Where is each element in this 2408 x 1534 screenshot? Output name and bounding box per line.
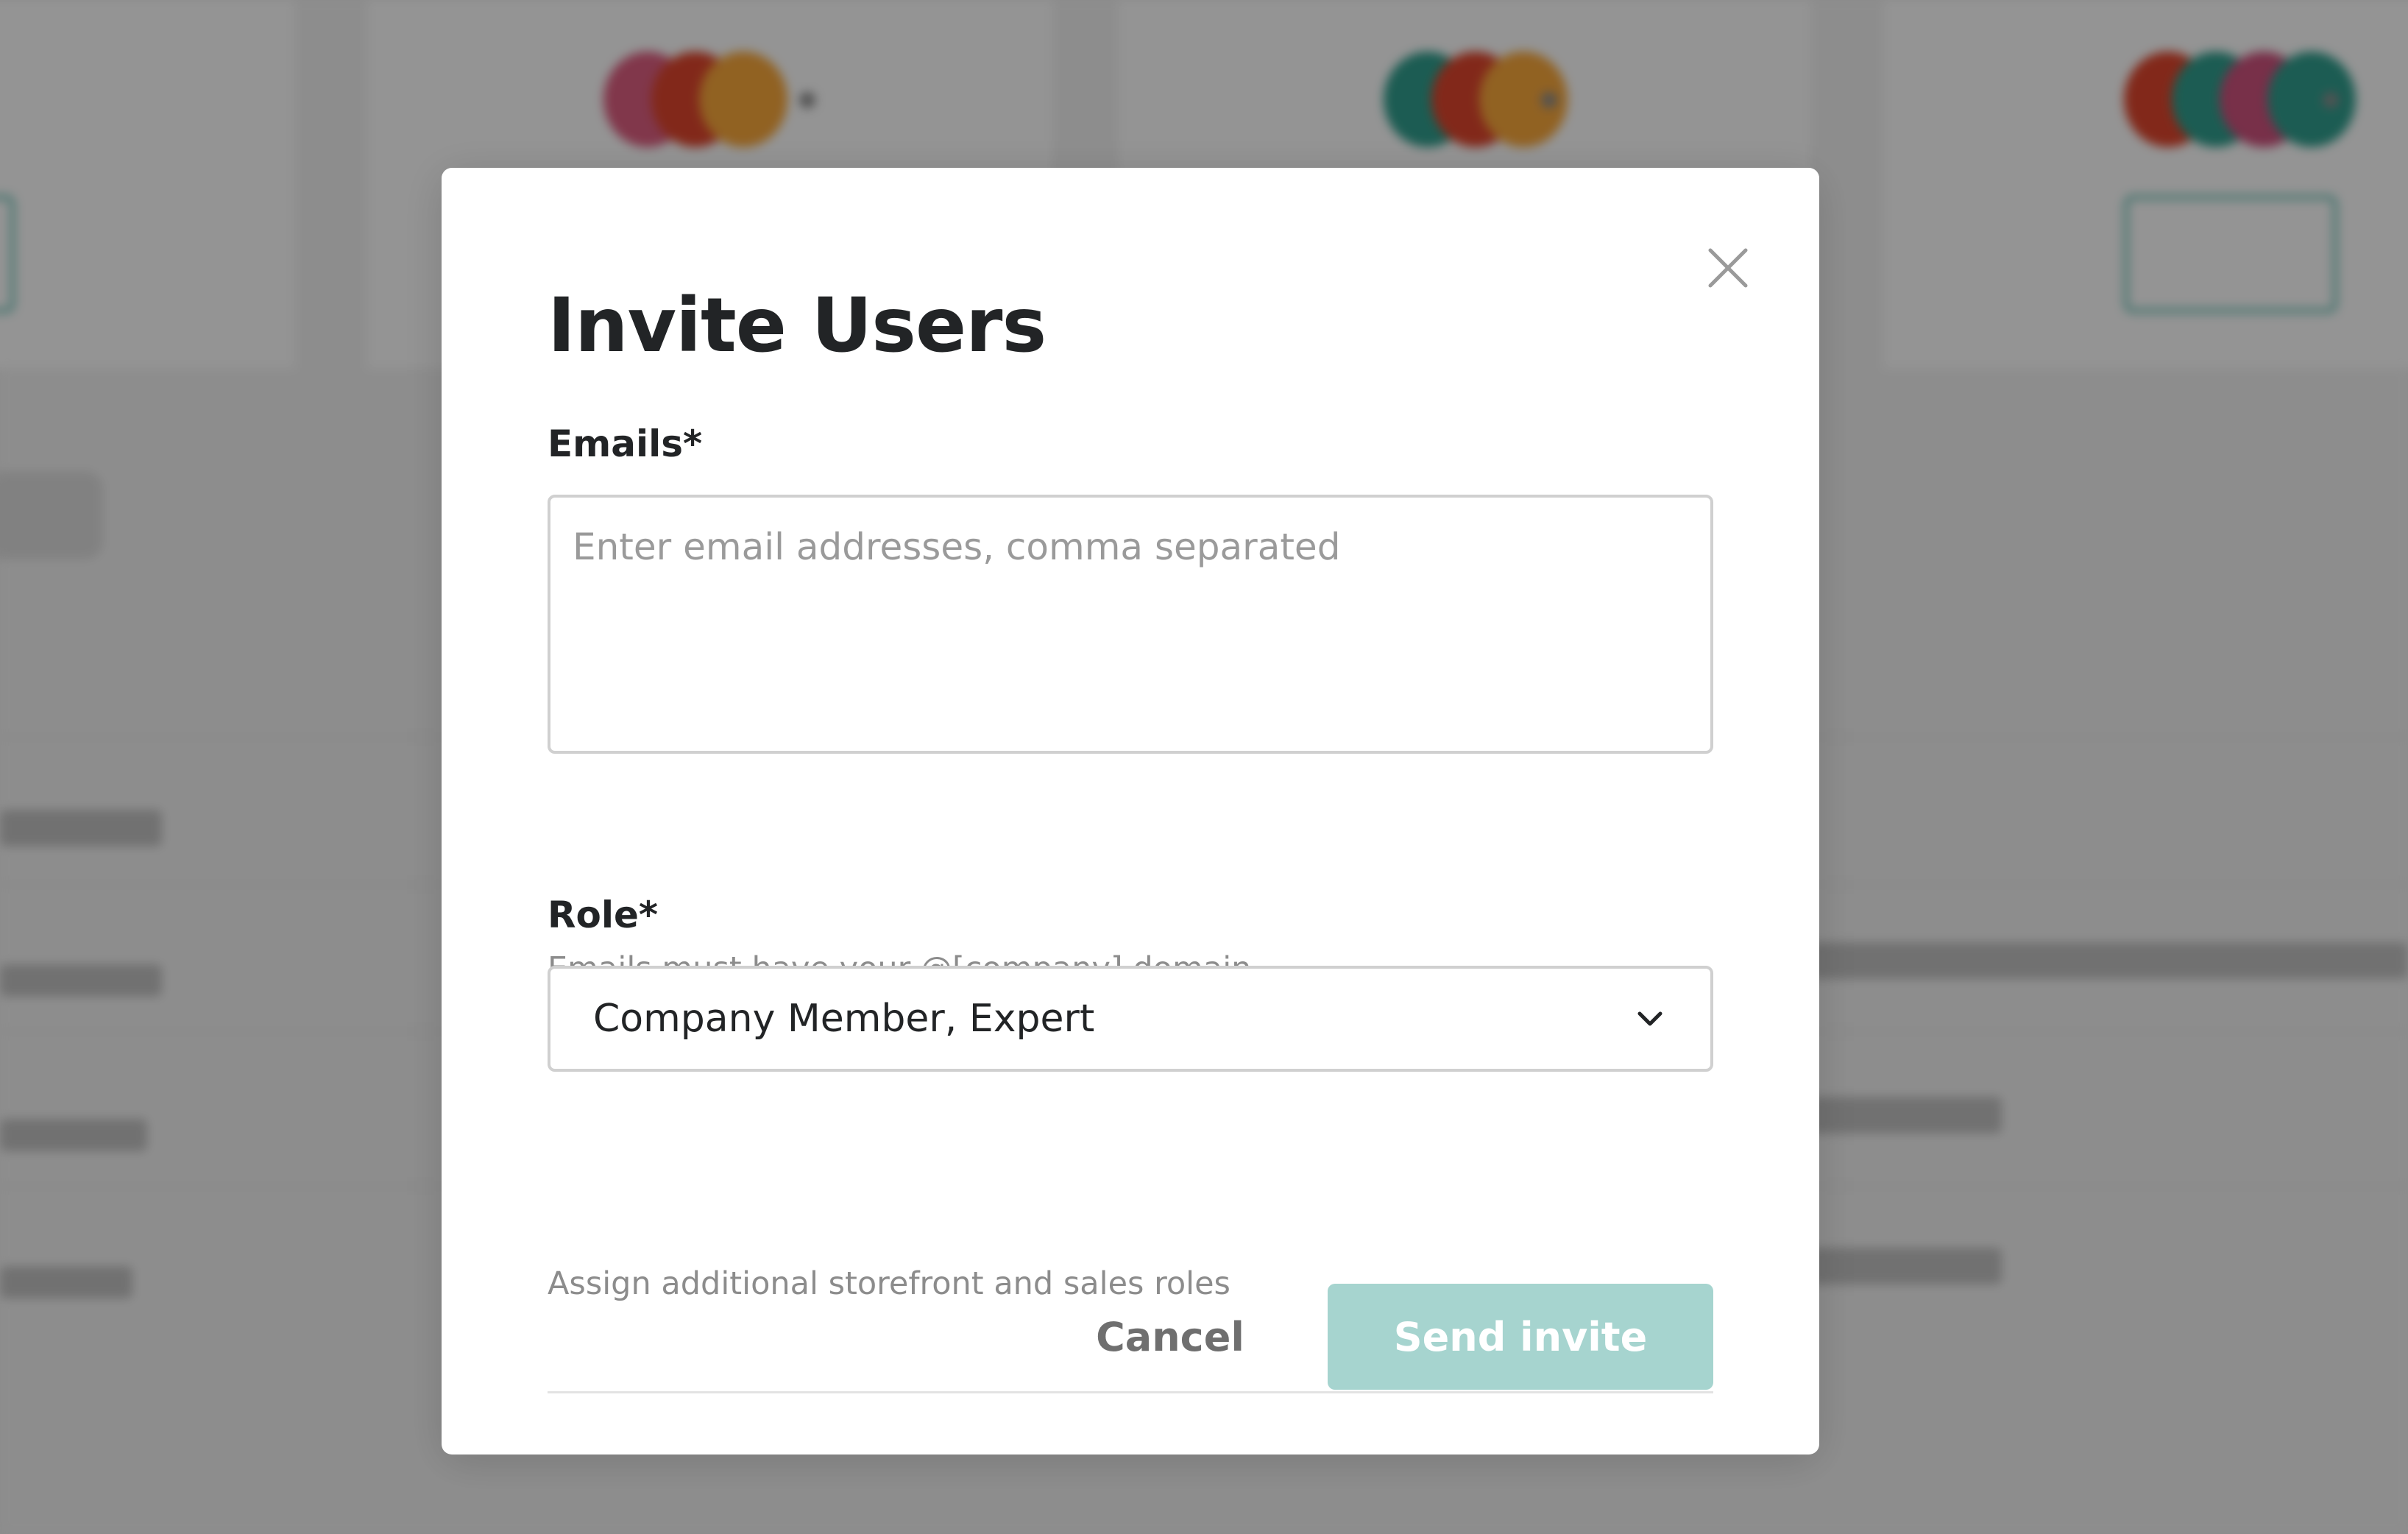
send-invite-button[interactable]: Send invite (1328, 1284, 1713, 1390)
invite-users-modal: Invite Users Emails* Emails must have yo… (442, 168, 1819, 1455)
cancel-button[interactable]: Cancel (1082, 1284, 1258, 1390)
role-select[interactable]: Company Member, Expert (548, 966, 1713, 1072)
emails-input[interactable] (548, 495, 1713, 754)
close-icon (1708, 248, 1748, 288)
close-button[interactable] (1693, 233, 1763, 303)
emails-label: Emails* (548, 423, 703, 465)
footer-divider (548, 1391, 1713, 1393)
modal-title: Invite Users (548, 282, 1047, 370)
role-label: Role* (548, 894, 659, 936)
role-selected-value: Company Member, Expert (593, 997, 1095, 1041)
chevron-down-icon (1632, 1001, 1668, 1036)
